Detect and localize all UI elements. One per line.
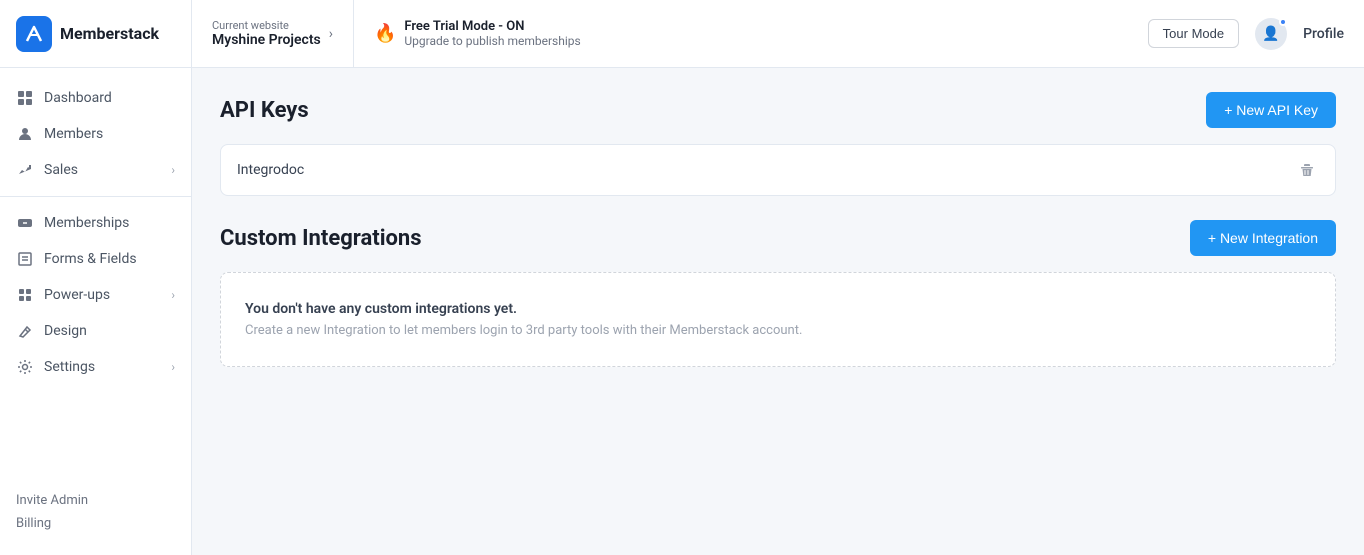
sidebar-label-dashboard: Dashboard [44,90,112,106]
api-key-row: Integrodoc [220,144,1336,196]
sidebar-item-settings[interactable]: Settings › [0,349,191,385]
avatar-icon: 👤 [1262,26,1279,42]
api-keys-header: API Keys + New API Key [220,92,1336,128]
topbar-right: Tour Mode 👤 Profile [1128,18,1364,50]
integrations-title: Custom Integrations [220,226,422,251]
sidebar-label-sales: Sales [44,162,78,178]
trial-subtitle: Upgrade to publish memberships [404,34,580,48]
dashboard-icon [16,89,34,107]
avatar[interactable]: 👤 [1255,18,1287,50]
logo-area[interactable]: Memberstack [0,0,192,67]
api-keys-title: API Keys [220,98,309,123]
app-name: Memberstack [60,24,159,43]
new-integration-button[interactable]: + New Integration [1190,220,1336,256]
sidebar-item-memberships[interactable]: Memberships [0,205,191,241]
current-site-selector[interactable]: Current website Myshine Projects › [192,0,354,67]
settings-icon [16,358,34,376]
billing-link[interactable]: Billing [16,512,175,535]
trash-icon [1299,162,1315,178]
sidebar-label-memberships: Memberships [44,215,129,231]
sidebar-item-sales[interactable]: Sales › [0,152,191,188]
current-site-label: Current website [212,19,321,32]
memberships-icon [16,214,34,232]
current-site-name: Myshine Projects [212,32,321,48]
new-api-key-button[interactable]: + New API Key [1206,92,1336,128]
powerups-chevron-icon: › [171,288,175,302]
api-key-name: Integrodoc [237,162,1295,178]
main-layout: Dashboard Members Sales › Memberships [0,68,1364,555]
sidebar-label-settings: Settings [44,359,95,375]
trial-banner: 🔥 Free Trial Mode - ON Upgrade to publis… [354,19,1128,48]
sidebar: Dashboard Members Sales › Memberships [0,68,192,555]
tour-mode-button[interactable]: Tour Mode [1148,19,1239,48]
sidebar-item-dashboard[interactable]: Dashboard [0,80,191,116]
sidebar-footer: Invite Admin Billing [0,481,191,543]
trial-title: Free Trial Mode - ON [404,19,580,34]
sidebar-item-forms-fields[interactable]: Forms & Fields [0,241,191,277]
sidebar-divider-1 [0,196,191,197]
profile-button[interactable]: Profile [1303,26,1344,42]
custom-integrations-section: Custom Integrations + New Integration Yo… [220,220,1336,367]
empty-state-subtitle: Create a new Integration to let members … [245,323,1311,338]
powerups-icon [16,286,34,304]
sales-icon [16,161,34,179]
integrations-empty-state: You don't have any custom integrations y… [220,272,1336,367]
sidebar-item-design[interactable]: Design [0,313,191,349]
settings-chevron-icon: › [171,360,175,374]
chevron-right-icon: › [329,26,333,42]
delete-api-key-button[interactable] [1295,158,1319,182]
main-content: API Keys + New API Key Integrodoc Custom… [192,68,1364,555]
topbar: Memberstack Current website Myshine Proj… [0,0,1364,68]
invite-admin-link[interactable]: Invite Admin [16,489,175,512]
empty-state-title: You don't have any custom integrations y… [245,301,1311,317]
trial-icon: 🔥 [374,23,396,44]
integrations-header: Custom Integrations + New Integration [220,220,1336,256]
avatar-dot [1279,18,1287,26]
sidebar-label-design: Design [44,323,87,339]
logo-icon [16,16,52,52]
sidebar-item-power-ups[interactable]: Power-ups › [0,277,191,313]
members-icon [16,125,34,143]
sidebar-label-power-ups: Power-ups [44,287,110,303]
sales-chevron-icon: › [171,163,175,177]
sidebar-label-forms-fields: Forms & Fields [44,251,137,267]
forms-icon [16,250,34,268]
sidebar-label-members: Members [44,126,103,142]
design-icon [16,322,34,340]
sidebar-item-members[interactable]: Members [0,116,191,152]
